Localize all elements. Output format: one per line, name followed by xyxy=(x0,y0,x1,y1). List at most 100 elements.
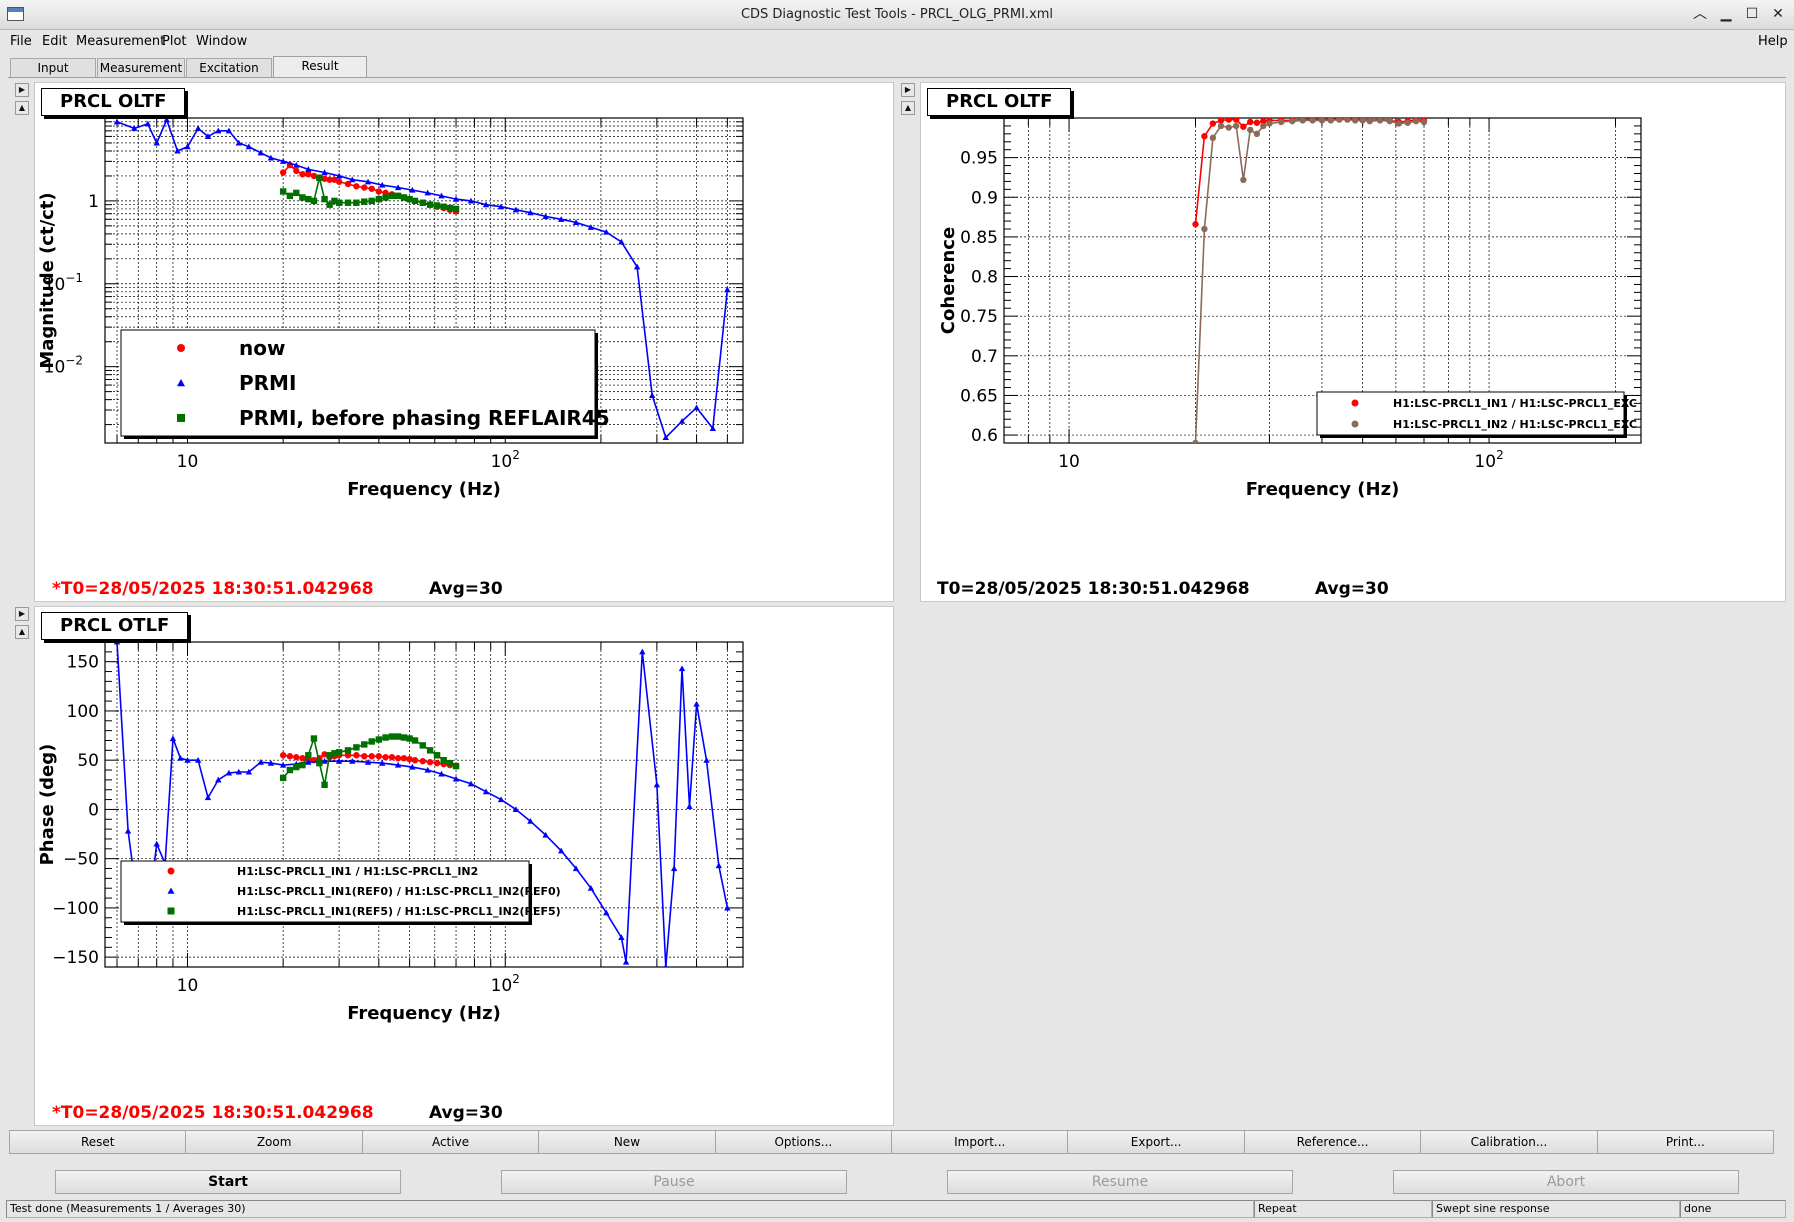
minimize-icon[interactable]: ▁ xyxy=(1716,4,1736,24)
magnitude-pad[interactable]: 10 102 1 10−1 10−2 Frequency (Hz) Magnitude (c… xyxy=(34,82,894,602)
data-point xyxy=(1233,118,1240,123)
data-point xyxy=(177,414,185,422)
data-point xyxy=(394,733,402,740)
y-tick-label: −100 xyxy=(52,899,99,919)
legend: H1:LSC-PRCL1_IN1 / H1:LSC-PRCL1_EXC H1:LS… xyxy=(1316,391,1637,438)
pad-up-icon[interactable]: ▲ xyxy=(901,101,915,115)
close-icon[interactable]: ✕ xyxy=(1768,4,1788,24)
title-bar: CDS Diagnostic Test Tools - PRCL_OLG_PRM… xyxy=(0,0,1794,30)
abort-button[interactable]: Abort xyxy=(1393,1170,1739,1194)
data-point xyxy=(344,747,352,754)
avg-label: Avg=30 xyxy=(1315,579,1389,599)
options-button[interactable]: Options... xyxy=(714,1130,893,1154)
pad-up-icon[interactable]: ▲ xyxy=(15,101,29,115)
data-point xyxy=(279,188,287,195)
data-point xyxy=(1351,118,1359,124)
menu-plot[interactable]: Plot xyxy=(162,34,187,49)
data-point xyxy=(293,763,300,771)
data-point xyxy=(382,194,389,201)
pad-up-icon[interactable]: ▲ xyxy=(15,625,29,639)
active-button[interactable]: Active xyxy=(361,1130,540,1154)
tab-excitation[interactable]: Excitation xyxy=(186,58,272,78)
data-point xyxy=(1327,118,1335,124)
calibration-button[interactable]: Calibration... xyxy=(1420,1130,1598,1154)
data-point xyxy=(167,907,175,915)
data-point xyxy=(419,757,426,765)
magnitude-plot[interactable]: 10 102110−110−2Frequency (Hz)Magnitude (c… xyxy=(35,83,895,603)
data-point xyxy=(1366,118,1373,125)
pad-next-icon[interactable]: ▶ xyxy=(15,607,29,621)
y-axis-title: Magnitude (ct/ct) xyxy=(37,192,58,368)
resume-button[interactable]: Resume xyxy=(947,1170,1293,1194)
coherence-plot[interactable]: 10 102 0.6 0.65 0.7 0.75 0.8 0.85 0.9 0.95 Frequen… xyxy=(921,83,1787,603)
x-tick-label: 10 xyxy=(177,452,199,472)
data-point xyxy=(305,752,312,759)
y-tick-label: 0.95 xyxy=(960,149,998,169)
tab-input[interactable]: Input xyxy=(10,58,96,78)
phase-plot[interactable]: 10 102 150 100 50 0 −50 −100 −150 Frequency (Hz) P… xyxy=(35,607,895,1127)
legend: H1:LSC-PRCL1_IN1 / H1:LSC-PRCL1_IN2 H1:LS… xyxy=(120,860,561,925)
data-point xyxy=(321,195,328,203)
t0-label: *T0=28/05/2025 18:30:51.042968 xyxy=(52,1103,374,1123)
menu-file[interactable]: File xyxy=(10,34,32,49)
new-button[interactable]: New xyxy=(538,1130,716,1154)
data-point xyxy=(1309,118,1316,124)
data-point xyxy=(293,167,300,175)
data-point xyxy=(426,747,434,754)
data-point xyxy=(368,753,375,760)
menu-edit[interactable]: Edit xyxy=(42,34,67,49)
data-point xyxy=(361,741,368,748)
tab-measurement[interactable]: Measurement xyxy=(97,58,185,78)
print-button[interactable]: Print... xyxy=(1596,1130,1775,1154)
t0-label: *T0=28/05/2025 18:30:51.042968 xyxy=(52,579,374,599)
x-tick-label: 102 xyxy=(491,972,520,996)
data-point xyxy=(335,749,343,756)
menu-window[interactable]: Window xyxy=(196,34,247,49)
reference-button[interactable]: Reference... xyxy=(1243,1130,1422,1154)
data-point xyxy=(1404,119,1411,126)
x-axis-title: Frequency (Hz) xyxy=(347,1003,501,1024)
data-point xyxy=(1318,118,1326,124)
data-point xyxy=(419,199,426,206)
reset-button[interactable]: Reset xyxy=(9,1130,187,1154)
data-point xyxy=(1359,118,1366,124)
pad-next-icon[interactable]: ▶ xyxy=(15,83,29,97)
data-point xyxy=(382,754,389,761)
tab-result[interactable]: Result xyxy=(273,56,367,78)
start-button[interactable]: Start xyxy=(55,1170,401,1194)
pad-next-icon[interactable]: ▶ xyxy=(901,83,915,97)
data-point xyxy=(299,170,306,178)
maximize-icon[interactable]: ☐ xyxy=(1742,4,1762,24)
plot-button-row: Reset Zoom Active New Options... Import.… xyxy=(9,1130,1775,1154)
data-point xyxy=(293,754,300,761)
data-point xyxy=(394,192,402,200)
data-point xyxy=(400,194,408,201)
pad-arrows-coh: ▶ ▲ xyxy=(901,83,915,119)
data-point xyxy=(1351,420,1359,428)
menu-measurement[interactable]: Measurement xyxy=(76,34,165,49)
collapse-icon[interactable]: ︿ xyxy=(1690,4,1710,24)
plot-area: 10 102 150 100 50 0 −50 −100 −150 Frequency (Hz) P… xyxy=(37,641,744,1024)
pause-button[interactable]: Pause xyxy=(501,1170,847,1194)
data-point xyxy=(1232,122,1240,130)
status-type: Swept sine response xyxy=(1432,1200,1680,1218)
data-point xyxy=(1344,118,1351,123)
menu-help[interactable]: Help xyxy=(1758,34,1788,49)
pad-title: PRCL OLTF xyxy=(41,88,186,116)
data-point xyxy=(305,195,312,203)
data-point xyxy=(1260,122,1267,130)
data-point xyxy=(293,189,300,197)
data-point xyxy=(368,185,375,192)
zoom-button[interactable]: Zoom xyxy=(185,1130,363,1154)
data-point xyxy=(353,183,360,190)
y-tick-label: −150 xyxy=(52,948,99,968)
x-tick-exponent: 2 xyxy=(1496,448,1504,462)
data-point xyxy=(452,205,460,213)
data-point xyxy=(411,197,419,205)
export-button[interactable]: Export... xyxy=(1067,1130,1245,1154)
import-button[interactable]: Import... xyxy=(891,1130,1069,1154)
y-tick-label: 0.65 xyxy=(960,386,998,406)
phase-pad[interactable]: 10 102 150 100 50 0 −50 −100 −150 Frequency (Hz) P… xyxy=(34,606,894,1126)
data-point xyxy=(1289,118,1296,125)
coherence-pad[interactable]: 10 102 0.6 0.65 0.7 0.75 0.8 0.85 0.9 0.95 Frequen… xyxy=(920,82,1786,602)
